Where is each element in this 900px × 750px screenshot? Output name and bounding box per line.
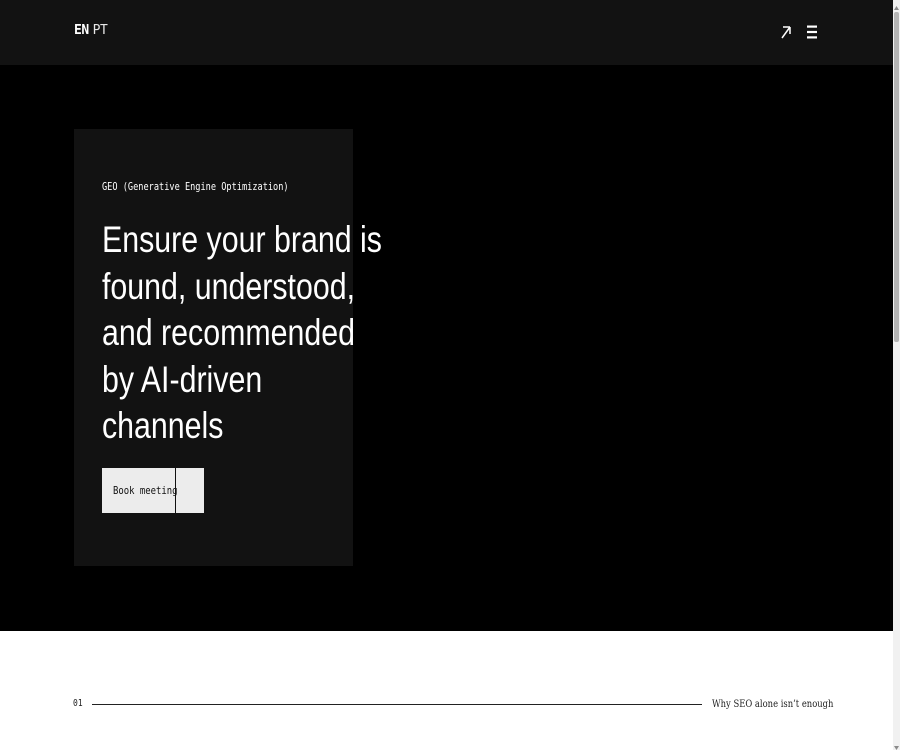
hero-headline-line: by AI-driven: [102, 358, 263, 400]
section-title: Why SEO alone isn’t enough: [712, 698, 834, 710]
hero-headline: Ensure your brand is found, understood, …: [102, 217, 382, 450]
hero-card: GEO (Generative Engine Optimization) Ens…: [74, 129, 382, 566]
section-divider: [92, 704, 702, 705]
hero-headline-line: Ensure your brand is: [102, 219, 382, 260]
page: EN PT GEO (Generative Engine Optimization…: [0, 0, 893, 750]
hero-headline-line: channels: [102, 405, 224, 446]
book-meeting-label-area: Book meeting: [102, 468, 178, 513]
language-option-pt[interactable]: PT: [93, 23, 108, 38]
arrow-up-right-icon[interactable]: [777, 22, 795, 42]
book-meeting-arrow-area: [176, 468, 204, 513]
language-option-en[interactable]: EN: [74, 23, 89, 38]
vertical-scrollbar[interactable]: [893, 0, 900, 750]
scrollbar-thumb[interactable]: [894, 12, 899, 342]
top-navigation-bar: EN PT: [0, 0, 893, 65]
why-seo-section: 01 Why SEO alone isn’t enough: [0, 631, 893, 750]
hamburger-menu-icon[interactable]: [804, 24, 820, 40]
scroll-down-arrow-icon-graphic: [894, 746, 899, 750]
book-meeting-label: Book meeting: [113, 484, 178, 497]
language-switcher: EN PT: [74, 23, 108, 38]
section-number: 01: [73, 698, 83, 709]
book-meeting-button[interactable]: Book meeting: [102, 468, 204, 513]
hamburger-menu-icon-graphic: [807, 25, 817, 39]
scroll-up-arrow-icon[interactable]: [893, 0, 900, 10]
hero-headline-line: found, understood,: [102, 265, 356, 307]
hero-eyebrow: GEO (Generative Engine Optimization): [102, 181, 289, 193]
scroll-down-arrow-icon[interactable]: [893, 740, 900, 750]
hero-headline-line: and recommended: [102, 312, 355, 353]
hero-section: GEO (Generative Engine Optimization) Ens…: [0, 65, 893, 631]
arrow-up-right-icon-graphic: [781, 26, 791, 39]
